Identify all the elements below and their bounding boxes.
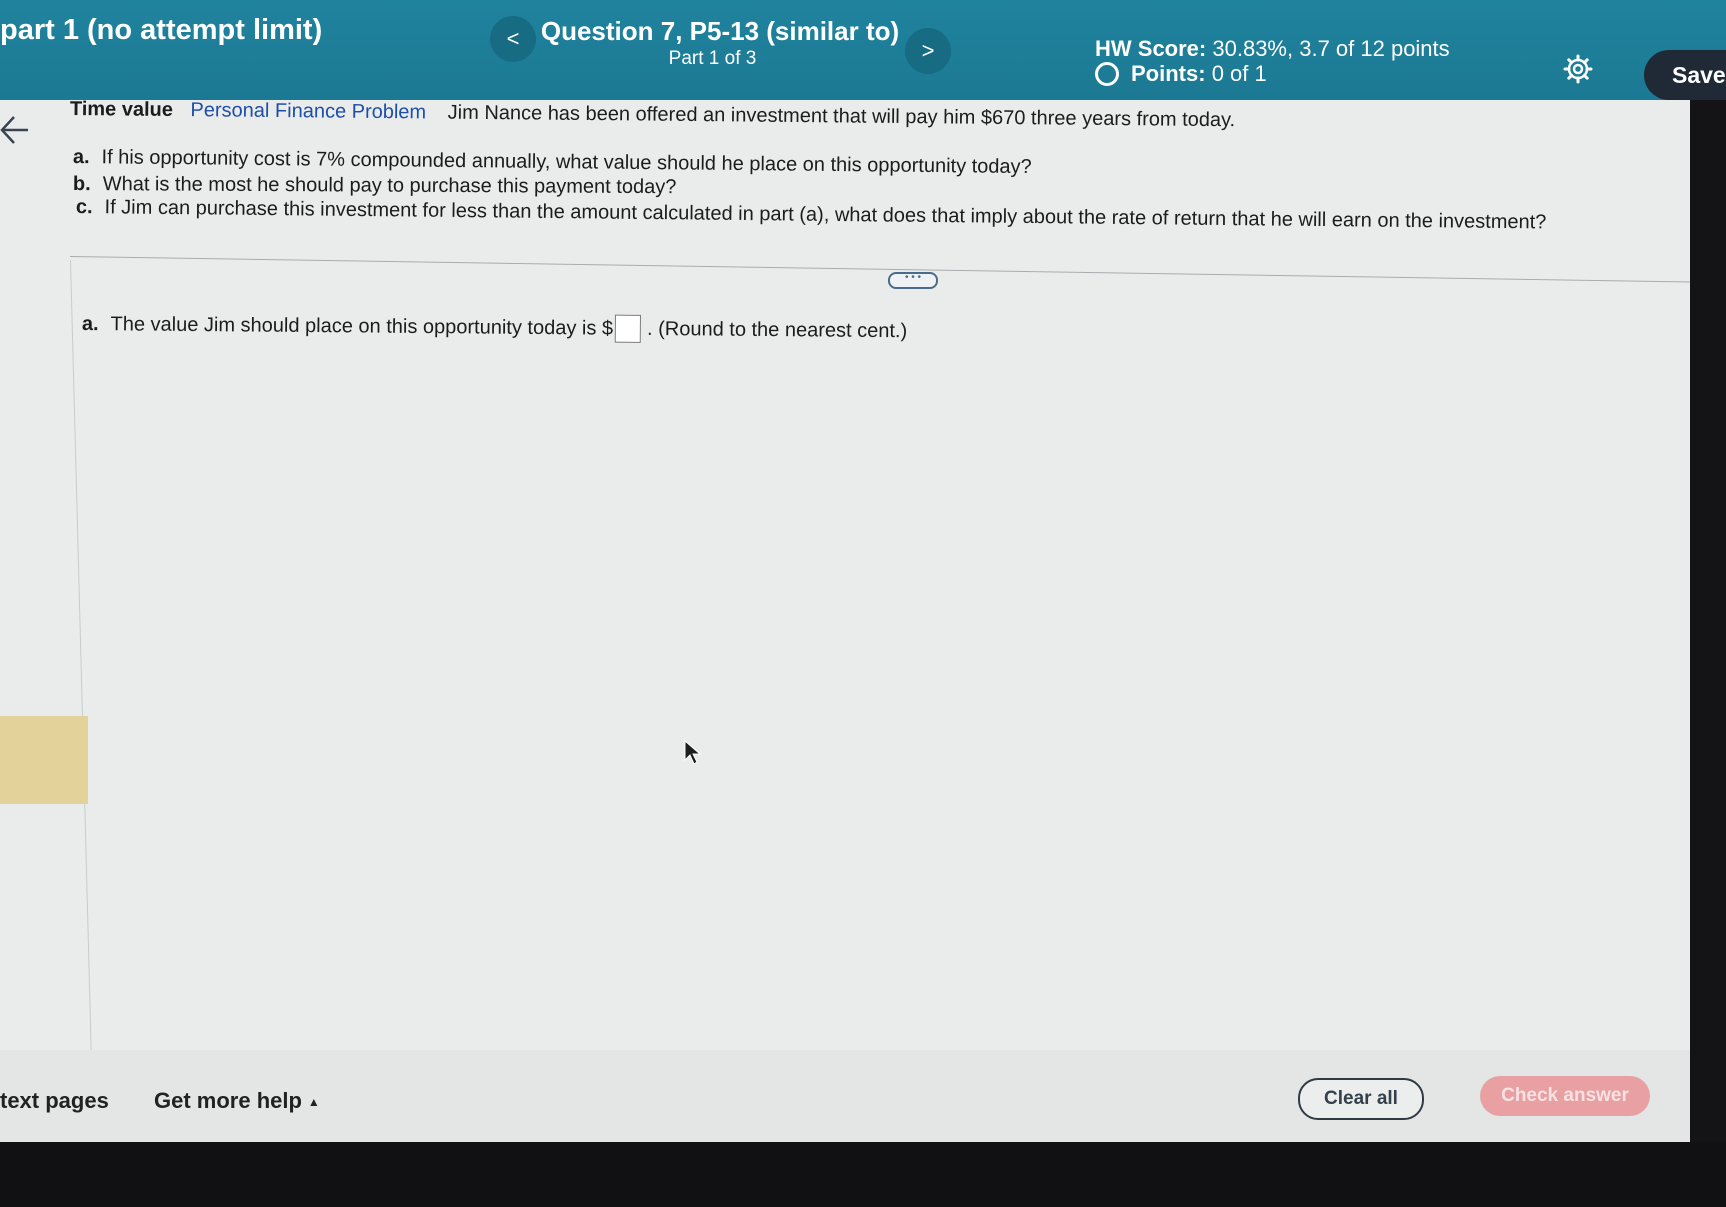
points-label: Points: (1131, 61, 1206, 86)
caret-up-icon: ▲ (307, 1095, 320, 1110)
question-part: Part 1 of 3 (668, 48, 757, 69)
arrow-left-icon (0, 116, 28, 144)
back-button[interactable] (0, 110, 30, 150)
sub-question-letter: c. (75, 196, 93, 219)
points-row: Points: 0 of 1 (1095, 61, 1267, 87)
next-question-button[interactable]: > (905, 28, 951, 74)
check-answer-button[interactable]: Check answer (1480, 1076, 1650, 1116)
save-button[interactable]: Save (1644, 50, 1726, 100)
assignment-title: part 1 (no attempt limit) (0, 14, 323, 46)
question-content-area (0, 100, 1690, 1055)
header-bar: part 1 (no attempt limit) < Question 7, … (0, 0, 1726, 116)
screen: part 1 (no attempt limit) < Question 7, … (0, 0, 1726, 1207)
sub-question-b: b. What is the most he should pay to purc… (73, 173, 677, 199)
textbook-pages-link[interactable]: text pages (0, 1088, 109, 1114)
gear-icon (1563, 54, 1593, 84)
laptop-bezel-right (1690, 100, 1726, 1207)
get-more-help-button[interactable]: Get more help ▲ (154, 1088, 320, 1114)
answer-letter: a. (81, 312, 99, 335)
hw-score: HW Score: 30.83%, 3.7 of 12 points (1095, 36, 1450, 62)
mouse-cursor-icon (684, 740, 702, 765)
hw-score-value: 30.83%, 3.7 of 12 points (1212, 36, 1450, 61)
points-value: 0 of 1 (1211, 61, 1267, 86)
question-title: Question 7, P5-13 (similar to) (540, 16, 900, 46)
sub-question-letter: a. (72, 146, 90, 169)
topic-label: Time value (69, 98, 174, 121)
sub-question-text: What is the most he should pay to purcha… (102, 173, 677, 199)
side-highlight-tab[interactable] (0, 716, 88, 804)
expand-question-button[interactable]: • • • (888, 272, 938, 289)
answer-suffix: . (Round to the nearest cent.) (646, 317, 908, 342)
chevron-right-icon: > (921, 38, 935, 63)
hw-score-label: HW Score: (1095, 36, 1207, 61)
clear-all-button[interactable]: Clear all (1298, 1078, 1424, 1120)
answer-input[interactable] (614, 314, 642, 343)
chevron-left-icon: < (506, 26, 520, 51)
previous-question-button[interactable]: < (490, 16, 536, 62)
answer-prompt: The value Jim should place on this oppor… (110, 312, 614, 340)
settings-button[interactable] (1562, 53, 1594, 85)
sub-question-letter: b. (72, 173, 91, 196)
get-more-help-label: Get more help (154, 1088, 302, 1113)
laptop-bezel-bottom (0, 1142, 1726, 1207)
category-label: Personal Finance Problem (190, 99, 427, 124)
points-status-icon (1095, 62, 1119, 86)
